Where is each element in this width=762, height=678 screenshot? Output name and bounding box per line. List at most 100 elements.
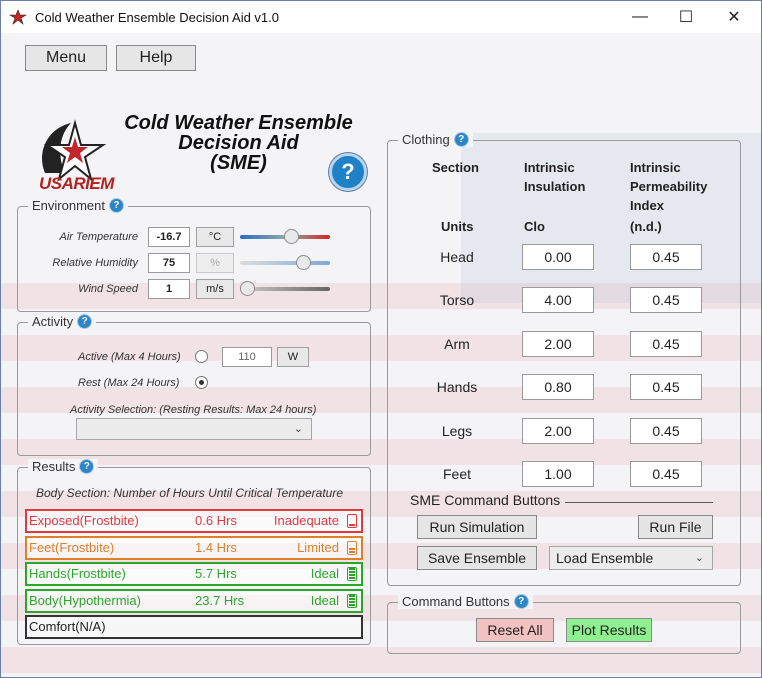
env-slider-thumb[interactable] <box>296 255 312 270</box>
env-row-label: Relative Humidity <box>52 257 138 269</box>
chevron-down-icon: ⌄ <box>293 423 303 435</box>
env-value-input[interactable]: 1 <box>148 279 190 299</box>
env-slider-thumb[interactable] <box>283 229 299 244</box>
permeability-input[interactable]: 0.45 <box>630 330 702 357</box>
result-row: Exposed(Frostbite) 0.6 Hrs Inadequate <box>25 509 363 533</box>
env-row-label: Air Temperature <box>59 231 138 243</box>
clothing-section-label: Head <box>440 249 474 265</box>
clothing-section-label: Torso <box>439 292 475 309</box>
maximize-button[interactable]: ☐ <box>663 1 709 33</box>
insulation-input[interactable]: 4.00 <box>522 287 594 314</box>
close-button[interactable]: ✕ <box>711 1 757 33</box>
activity-help-icon[interactable]: ? <box>77 314 93 329</box>
rest-option-label: Rest (Max 24 Hours) <box>78 377 180 389</box>
battery-icon <box>347 514 357 528</box>
result-row: Feet(Frostbite) 1.4 Hrs Limited <box>25 535 363 560</box>
sme-command-label: SME Command Buttons <box>410 492 561 508</box>
insulation-column-header: Intrinsic Insulation <box>524 160 586 194</box>
env-unit-button[interactable]: °C <box>196 227 234 247</box>
units-label: Units <box>441 219 474 234</box>
result-name: Hands(Frostbite) <box>29 566 126 581</box>
permeability-units: (n.d.) <box>630 219 662 234</box>
env-value-input[interactable]: -16.7 <box>148 227 190 247</box>
insulation-input[interactable]: 2.00 <box>522 330 594 357</box>
result-hours: 0.6 Hrs <box>195 513 237 528</box>
env-unit-button[interactable]: m/s <box>196 279 234 299</box>
env-slider-thumb[interactable] <box>240 281 255 296</box>
result-name: Exposed(Frostbite) <box>29 513 139 528</box>
permeability-column-header: Intrinsic Permeability Index <box>630 160 708 213</box>
app-heading: Cold Weather Ensemble Decision Aid (SME) <box>111 113 366 173</box>
reset-all-button[interactable]: Reset All <box>476 618 554 642</box>
permeability-input[interactable]: 0.45 <box>630 374 702 401</box>
activity-selection-dropdown[interactable]: ⌄ <box>76 418 312 440</box>
active-option-label: Active (Max 4 Hours) <box>78 351 181 363</box>
result-name: Comfort(N/A) <box>29 619 106 634</box>
activity-label: Activity <box>32 314 74 329</box>
active-watts-input[interactable]: 110 <box>222 347 272 367</box>
environment-label: Environment <box>32 198 105 213</box>
activity-selection-label: Activity Selection: (Resting Results: Ma… <box>70 404 317 416</box>
clothing-section-label: Arm <box>444 335 470 352</box>
permeability-input[interactable]: 0.45 <box>630 417 702 444</box>
plot-results-button[interactable]: Plot Results <box>566 618 652 642</box>
result-hours: 1.4 Hrs <box>195 539 237 555</box>
app-heading-line2: Decision Aid <box>178 132 299 154</box>
active-watts-unit-button[interactable]: W <box>277 347 309 367</box>
menu-button[interactable]: Menu <box>25 45 107 71</box>
section-column-header: Section <box>432 160 479 175</box>
result-status: Inadequate <box>273 513 339 528</box>
result-row: Body(Hypothermia) 23.7 Hrs Ideal <box>25 588 363 613</box>
app-logo-icon <box>9 9 27 25</box>
insulation-input[interactable]: 0.00 <box>522 244 594 270</box>
result-status: Ideal <box>310 566 339 581</box>
clothing-label: Clothing <box>402 132 450 147</box>
command-buttons-help-icon[interactable]: ? <box>513 594 529 609</box>
help-question-icon[interactable]: ? <box>329 153 367 191</box>
result-status: Limited <box>297 539 339 555</box>
usariem-wordmark: USARIEM <box>39 174 114 193</box>
result-row: Comfort(N/A) <box>25 615 363 639</box>
load-ensemble-dropdown[interactable]: Load Ensemble ⌄ <box>549 546 713 570</box>
save-ensemble-button[interactable]: Save Ensemble <box>417 546 537 570</box>
help-button[interactable]: Help <box>116 45 196 71</box>
env-row-label: Wind Speed <box>78 283 138 295</box>
load-ensemble-label: Load Ensemble <box>556 550 654 566</box>
run-file-button[interactable]: Run File <box>638 515 713 539</box>
battery-icon <box>347 540 357 555</box>
env-value-input[interactable]: 75 <box>148 253 190 273</box>
chevron-down-icon: ⌄ <box>694 552 704 564</box>
permeability-input[interactable]: 0.45 <box>630 461 702 487</box>
result-row: Hands(Frostbite) 5.7 Hrs Ideal <box>25 562 363 586</box>
window-title: Cold Weather Ensemble Decision Aid v1.0 <box>35 10 279 25</box>
minimize-button[interactable]: — <box>617 1 663 33</box>
rest-radio[interactable] <box>195 376 208 389</box>
result-status: Ideal <box>310 592 339 608</box>
result-name: Body(Hypothermia) <box>29 592 141 608</box>
active-radio[interactable] <box>195 350 208 363</box>
results-subtitle: Body Section: Number of Hours Until Crit… <box>36 486 344 500</box>
run-simulation-button[interactable]: Run Simulation <box>417 515 537 539</box>
clothing-section-label: Feet <box>442 466 471 482</box>
insulation-input[interactable]: 1.00 <box>522 461 594 487</box>
app-heading-line3: (SME) <box>210 152 267 174</box>
environment-help-icon[interactable]: ? <box>108 198 124 213</box>
environment-group: Environment ? Air Temperature -16.7 °C Rela… <box>17 198 371 312</box>
results-label: Results <box>32 459 76 474</box>
insulation-units: Clo <box>524 219 545 234</box>
clothing-section-label: Hands <box>436 379 478 396</box>
command-buttons-label: Command Buttons <box>402 594 510 609</box>
insulation-input[interactable]: 0.80 <box>522 374 594 401</box>
insulation-input[interactable]: 2.00 <box>522 417 594 444</box>
title-bar[interactable]: Cold Weather Ensemble Decision Aid v1.0 … <box>1 1 761 33</box>
permeability-input[interactable]: 0.45 <box>630 287 702 314</box>
env-unit-button[interactable]: % <box>196 253 234 273</box>
permeability-input[interactable]: 0.45 <box>630 244 702 270</box>
clothing-section-label: Legs <box>441 422 473 439</box>
activity-group: Activity ? Active (Max 4 Hours) 110 W Re… <box>17 314 371 456</box>
results-help-icon[interactable]: ? <box>79 459 95 474</box>
env-slider-track[interactable] <box>240 261 330 265</box>
app-window: Cold Weather Ensemble Decision Aid v1.0 … <box>0 0 762 678</box>
result-name: Feet(Frostbite) <box>29 539 115 555</box>
clothing-help-icon[interactable]: ? <box>453 132 469 147</box>
